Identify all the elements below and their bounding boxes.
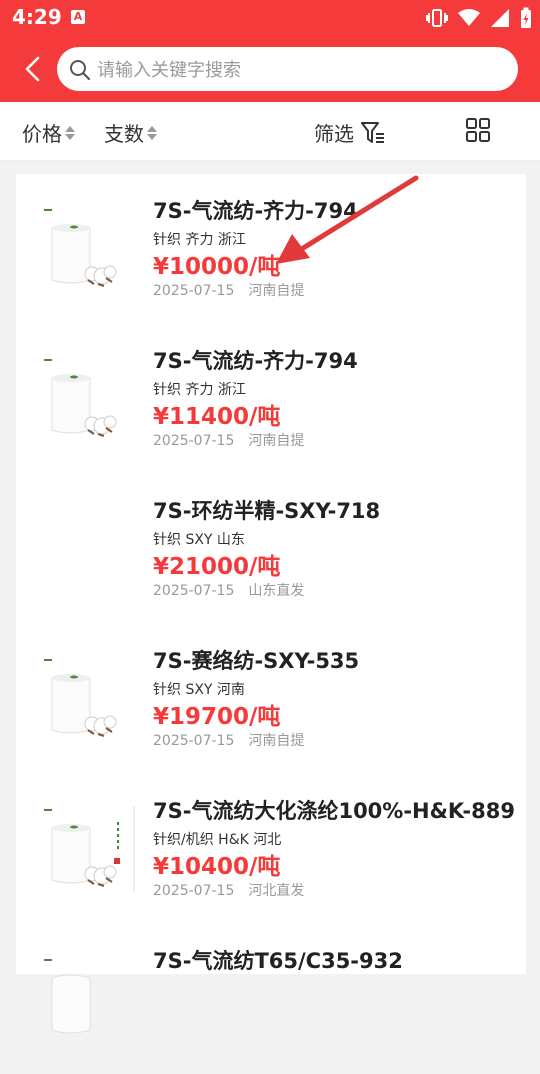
product-price: ¥11400/吨: [153, 404, 281, 430]
sort-price-label: 价格: [22, 122, 62, 146]
grid-view-icon: [466, 118, 490, 142]
search-input[interactable]: [95, 47, 499, 93]
sort-count-label: 支数: [104, 122, 144, 146]
status-icons: [426, 7, 532, 29]
yarn-cone-image: [44, 359, 117, 437]
battery-icon: [521, 7, 531, 28]
product-title: 7S-气流纺大化涤纶100%-H&K-889: [153, 799, 515, 823]
yarn-cone-image: [44, 659, 117, 737]
product-meta: 针织 SXY 河南: [153, 682, 245, 698]
search-box[interactable]: [57, 47, 518, 93]
signal-icon: [491, 9, 509, 27]
product-title: 7S-气流纺-齐力-794: [153, 349, 358, 373]
product-item[interactable]: 7S-赛络纺-SXY-535 针织 SXY 河南 ¥19700/吨 2025-0…: [16, 624, 526, 774]
product-price: ¥19700/吨: [153, 704, 281, 730]
status-bar: 4:29 A: [0, 0, 540, 36]
vibrate-icon: [426, 9, 448, 27]
product-item[interactable]: 7S-气流纺T65/C35-932: [16, 924, 526, 1074]
product-title: 7S-环纺半精-SXY-718: [153, 499, 381, 523]
product-delivery: 河南自提: [248, 733, 305, 749]
status-time: 4:29: [12, 5, 62, 29]
product-title: 7S-赛络纺-SXY-535: [153, 649, 360, 673]
product-delivery: 河南自提: [248, 433, 305, 449]
back-button[interactable]: [16, 52, 50, 86]
product-meta: 针织 齐力 浙江: [153, 232, 246, 248]
annotation-arrow-icon: [276, 175, 419, 264]
product-item[interactable]: 7S-环纺半精-SXY-718 针织 SXY 山东 ¥21000/吨 2025-…: [16, 474, 526, 624]
product-date: 2025-07-15: [153, 433, 235, 449]
product-date: 2025-07-15: [153, 583, 235, 599]
product-meta: 针织 齐力 浙江: [153, 382, 246, 398]
product-price: ¥21000/吨: [153, 554, 281, 580]
product-date: 2025-07-15: [153, 733, 235, 749]
product-delivery: 河南自提: [248, 283, 305, 299]
product-title: 7S-气流纺T65/C35-932: [153, 949, 403, 973]
product-date-row: 2025-07-15 河南自提: [153, 730, 304, 750]
wifi-icon: [458, 9, 480, 26]
product-price: ¥10000/吨: [153, 254, 281, 280]
product-item[interactable]: 7S-气流纺-齐力-794 针织 齐力 浙江 ¥11400/吨 2025-07-…: [16, 324, 526, 474]
filter-icon: [361, 121, 384, 143]
product-date-row: 2025-07-15 河南自提: [153, 280, 304, 300]
product-meta: 针织 SXY 山东: [153, 532, 245, 548]
product-price: ¥10400/吨: [153, 854, 281, 880]
chevron-left-icon: [25, 56, 40, 82]
product-delivery: 山东直发: [248, 583, 305, 599]
product-meta: 针织/机织 H&K 河北: [153, 832, 282, 848]
yarn-cone-image: [44, 806, 135, 892]
product-list: 7S-气流纺-齐力-794 针织 齐力 浙江 ¥10000/吨 2025-07-…: [16, 174, 526, 1034]
filter-label: 筛选: [314, 122, 354, 146]
yarn-cone-image: [44, 209, 117, 287]
sort-count-button[interactable]: 支数: [104, 118, 157, 147]
app-notification-icon: A: [71, 10, 85, 24]
filter-button[interactable]: 筛选: [314, 118, 386, 147]
search-header: [0, 36, 540, 102]
sort-bar: 价格 支数 筛选: [0, 102, 540, 161]
search-icon: [70, 60, 91, 81]
product-date: 2025-07-15: [153, 283, 235, 299]
product-date-row: 2025-07-15 河南自提: [153, 430, 304, 450]
sort-price-button[interactable]: 价格: [22, 118, 75, 147]
yarn-cone-image: [44, 959, 91, 1034]
product-delivery: 河北直发: [248, 883, 305, 899]
product-item[interactable]: 7S-气流纺大化涤纶100%-H&K-889 针织/机织 H&K 河北 ¥104…: [16, 774, 526, 924]
sort-arrows-icon: [147, 125, 157, 140]
product-date-row: 2025-07-15 山东直发: [153, 580, 304, 600]
grid-view-button[interactable]: [465, 117, 491, 143]
product-date: 2025-07-15: [153, 883, 235, 899]
product-date-row: 2025-07-15 河北直发: [153, 880, 304, 900]
sort-arrows-icon: [65, 125, 75, 140]
